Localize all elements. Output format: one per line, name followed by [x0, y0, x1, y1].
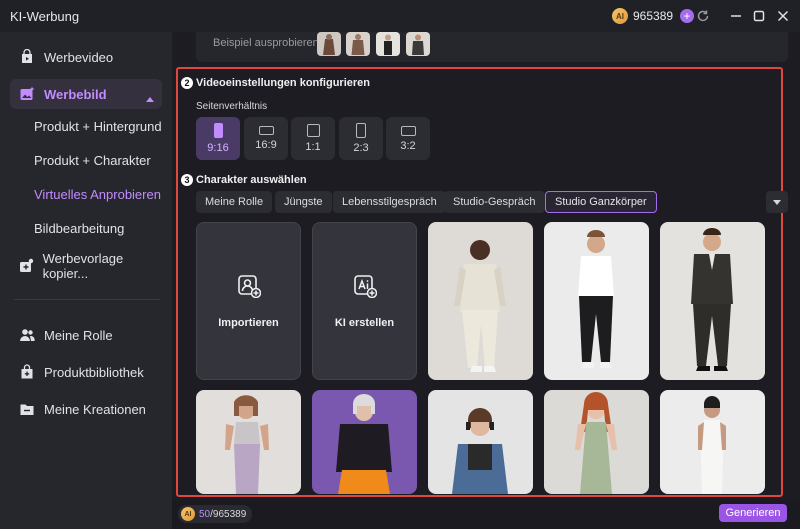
sidebar-item-werbevideo[interactable]: Werbevideo [10, 42, 162, 72]
tab-lebensstilgespraech[interactable]: Lebensstilgespräch [333, 191, 446, 213]
credits-total: /965389 [210, 508, 247, 520]
chevron-down-icon [773, 193, 781, 211]
title-bar: KI-Werbung AI 965389 + [0, 0, 800, 32]
sidebar-item-label: Produktbibliothek [44, 364, 144, 380]
sidebar-item-label: Werbebild [44, 86, 107, 102]
ratio-16-9-option[interactable]: 16:9 [244, 117, 288, 160]
portrait-ratio-icon [213, 123, 223, 138]
copy-template-icon [18, 257, 35, 275]
character-photo [544, 222, 649, 380]
sidebar-item-label: Meine Rolle [44, 327, 113, 343]
example-thumbnail[interactable] [346, 32, 370, 56]
ratio-1-1-option[interactable]: 1:1 [291, 117, 335, 160]
character-card[interactable] [428, 390, 533, 494]
character-card[interactable] [544, 222, 649, 380]
character-photo [312, 390, 417, 494]
sidebar-item-label: Werbevorlage kopier... [42, 251, 124, 281]
tab-studio-ganzkoerper[interactable]: Studio Ganzkörper [545, 191, 657, 213]
character-photo [544, 390, 649, 494]
example-thumbnail[interactable] [406, 32, 430, 56]
character-card[interactable] [196, 390, 301, 494]
step-3-badge: 3 [181, 174, 193, 186]
ratio-label: 2:3 [353, 142, 369, 154]
refresh-icon[interactable] [693, 6, 713, 26]
character-select-title: Charakter auswählen [196, 174, 307, 186]
sidebar-divider [14, 299, 160, 300]
ratio-9-16-option[interactable]: 9:16 [196, 117, 240, 160]
aspect-ratio-label: Seitenverhältnis [196, 101, 268, 112]
tab-studio-gespraech[interactable]: Studio-Gespräch [444, 191, 545, 213]
subitem-produkt-charakter[interactable]: Produkt + Charakter [34, 153, 151, 168]
ratio-3-2-option[interactable]: 3:2 [386, 117, 430, 160]
ratio-label: 16:9 [255, 139, 277, 151]
tab-juengste[interactable]: Jüngste [275, 191, 332, 213]
add-credits-button[interactable]: + [680, 9, 695, 23]
import-character-card[interactable]: Importieren [196, 222, 301, 380]
credits-used: 50 [199, 508, 211, 520]
coin-icon: AI [612, 8, 628, 24]
landscape-ratio-icon [400, 125, 416, 136]
tab-meine-rolle[interactable]: Meine Rolle [196, 191, 273, 213]
example-thumbnail[interactable] [376, 32, 400, 56]
character-photo [428, 222, 533, 380]
video-settings-title: Videoeinstellungen konfigurieren [196, 77, 370, 89]
folder-icon [18, 400, 36, 418]
portrait-ratio-icon [356, 123, 366, 138]
generate-button[interactable]: Generieren [719, 504, 787, 522]
person-plus-icon [237, 274, 261, 303]
credits-display: AI 965389 + [612, 6, 695, 26]
character-card[interactable] [544, 390, 649, 494]
bag-icon [18, 363, 36, 381]
ai-create-character-card[interactable]: KI erstellen [312, 222, 417, 380]
character-photo [428, 390, 533, 494]
subitem-bildbearbeitung[interactable]: Bildbearbeitung [34, 221, 124, 236]
minimize-button[interactable] [726, 6, 746, 26]
sidebar-item-label: Werbevideo [44, 49, 114, 65]
square-ratio-icon [306, 124, 320, 137]
character-photo [660, 390, 765, 494]
sidebar-item-werbebild[interactable]: Werbebild [10, 79, 162, 109]
bottom-bar [172, 500, 800, 529]
ratio-label: 1:1 [305, 141, 321, 153]
people-icon [18, 326, 36, 344]
image-sparkle-icon [18, 85, 36, 103]
sidebar-item-werbevorlage[interactable]: Werbevorlage kopier... [10, 251, 162, 281]
character-photo [660, 222, 765, 380]
close-button[interactable] [773, 6, 793, 26]
landscape-ratio-icon [258, 126, 274, 135]
app-title: KI-Werbung [10, 9, 80, 24]
credits-balance: 965389 [633, 9, 674, 23]
subitem-produkt-hintergrund[interactable]: Produkt + Hintergrund [34, 119, 162, 134]
coin-icon: AI [181, 507, 195, 521]
character-card[interactable] [660, 390, 765, 494]
tabs-dropdown-button[interactable] [766, 191, 788, 213]
ratio-label: 3:2 [400, 139, 416, 152]
character-card[interactable] [660, 222, 765, 380]
step-2-badge: 2 [181, 77, 193, 89]
collapse-arrow-icon[interactable] [146, 90, 154, 105]
character-card[interactable] [428, 222, 533, 380]
sidebar-item-meine-kreationen[interactable]: Meine Kreationen [10, 394, 162, 424]
sidebar-item-produktbibliothek[interactable]: Produktbibliothek [10, 357, 162, 387]
ai-plus-icon [353, 274, 377, 303]
sidebar-item-label: Meine Kreationen [44, 401, 146, 417]
character-card[interactable] [312, 390, 417, 494]
subitem-virtuelles-anprobieren[interactable]: Virtuelles Anprobieren [34, 187, 161, 202]
maximize-button[interactable] [749, 6, 769, 26]
import-label: Importieren [218, 316, 279, 329]
character-photo [196, 390, 301, 494]
credit-cost-indicator: AI 50/965389 [178, 505, 253, 523]
ratio-label: 9:16 [207, 142, 229, 154]
video-icon [18, 48, 36, 66]
try-example-label: Beispiel ausprobieren: [213, 37, 322, 49]
ai-create-label: KI erstellen [334, 316, 395, 329]
example-thumbnail[interactable] [317, 32, 341, 56]
sidebar-item-meine-rolle[interactable]: Meine Rolle [10, 320, 162, 350]
ratio-2-3-option[interactable]: 2:3 [339, 117, 383, 160]
